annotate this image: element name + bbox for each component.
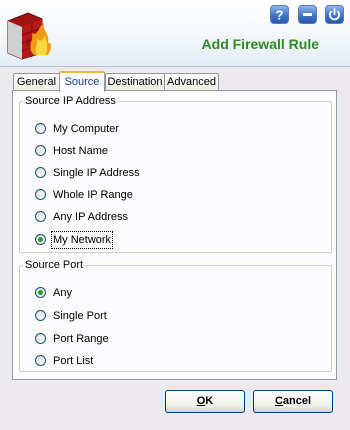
radio-button-selected[interactable] [35, 287, 46, 298]
radio-label: Host Name [53, 145, 109, 157]
source-port-group: Source Port Any Single Port Port Range P… [19, 259, 332, 372]
radio-label: Single IP Address [53, 167, 140, 179]
radio-label: Any [53, 287, 72, 299]
radio-button[interactable] [35, 333, 46, 344]
source-ip-group: Source IP Address My Computer Host Name … [19, 95, 332, 253]
cancel-label-rest: ancel [282, 395, 312, 407]
radio-button[interactable] [35, 123, 46, 134]
dialog-header: Add Firewall Rule ? [0, 0, 350, 67]
minimize-button[interactable] [298, 5, 317, 24]
firewall-logo-icon [7, 12, 51, 60]
radio-button-selected[interactable] [35, 234, 46, 245]
radio-button[interactable] [35, 310, 46, 321]
radio-label: My Network [50, 231, 114, 249]
radio-label: Port Range [53, 333, 109, 345]
radio-button[interactable] [35, 145, 46, 156]
radio-button[interactable] [35, 167, 46, 178]
tab-general[interactable]: General [13, 73, 60, 91]
source-port-legend: Source Port [25, 259, 84, 271]
source-tab-panel: Source IP Address My Computer Host Name … [12, 90, 337, 380]
radio-label: Whole IP Range [53, 189, 133, 201]
radio-button[interactable] [35, 189, 46, 200]
radio-label: Port List [53, 355, 94, 367]
ok-label-rest: K [205, 395, 214, 407]
close-button[interactable] [325, 5, 344, 24]
help-icon: ? [276, 8, 284, 23]
minimize-icon [303, 13, 312, 16]
tab-source[interactable]: Source [59, 71, 105, 92]
radio-button[interactable] [35, 211, 46, 222]
tab-destination[interactable]: Destination [105, 73, 165, 91]
cancel-mnemonic: C [274, 395, 283, 407]
svg-text:?: ? [276, 8, 284, 23]
help-button[interactable]: ? [270, 5, 289, 24]
radio-button[interactable] [35, 355, 46, 366]
radio-label: Any IP Address [53, 211, 129, 223]
radio-label: My Computer [53, 123, 120, 135]
power-icon [329, 8, 340, 21]
cancel-button[interactable]: Cancel [253, 390, 333, 413]
ok-button[interactable]: OK [165, 390, 245, 413]
tab-advanced[interactable]: Advanced [164, 73, 219, 91]
source-ip-legend: Source IP Address [25, 95, 116, 107]
radio-label: Single Port [53, 310, 107, 322]
dialog-title: Add Firewall Rule [201, 36, 319, 52]
ok-mnemonic: O [196, 395, 206, 407]
